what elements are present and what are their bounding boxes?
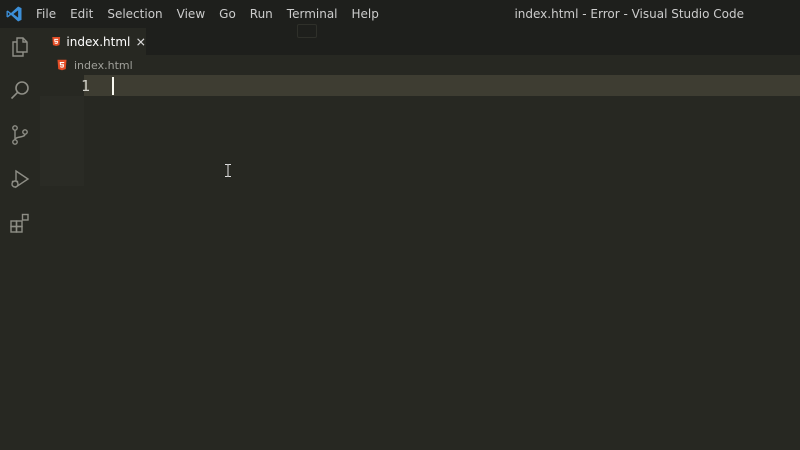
line-number: 1 — [80, 77, 90, 95]
breadcrumb-file[interactable]: index.html — [74, 59, 133, 72]
run-debug-icon[interactable] — [4, 163, 36, 195]
extensions-icon[interactable] — [4, 207, 36, 239]
text-cursor — [112, 77, 114, 95]
title-bar: File Edit Selection View Go Run Terminal… — [0, 0, 800, 28]
close-icon[interactable] — [136, 36, 146, 48]
editor-text-area[interactable] — [84, 96, 800, 450]
editor-tab-bar: index.html — [40, 28, 800, 55]
source-control-icon[interactable] — [4, 119, 36, 151]
search-icon[interactable] — [4, 75, 36, 107]
html5-file-icon — [57, 59, 67, 71]
window-title: index.html - Error - Visual Studio Code — [514, 7, 744, 21]
current-line-highlight[interactable] — [84, 75, 800, 96]
tab-label: index.html — [66, 34, 131, 49]
breadcrumb: index.html — [40, 55, 800, 75]
tab-index-html[interactable]: index.html — [40, 28, 146, 55]
gutter-shade — [40, 96, 84, 186]
explorer-files-icon[interactable] — [4, 31, 36, 63]
activity-bar — [0, 28, 40, 450]
drag-handle-icon[interactable] — [297, 24, 317, 38]
html5-file-icon — [52, 36, 61, 47]
ibeam-cursor-icon — [225, 164, 231, 177]
